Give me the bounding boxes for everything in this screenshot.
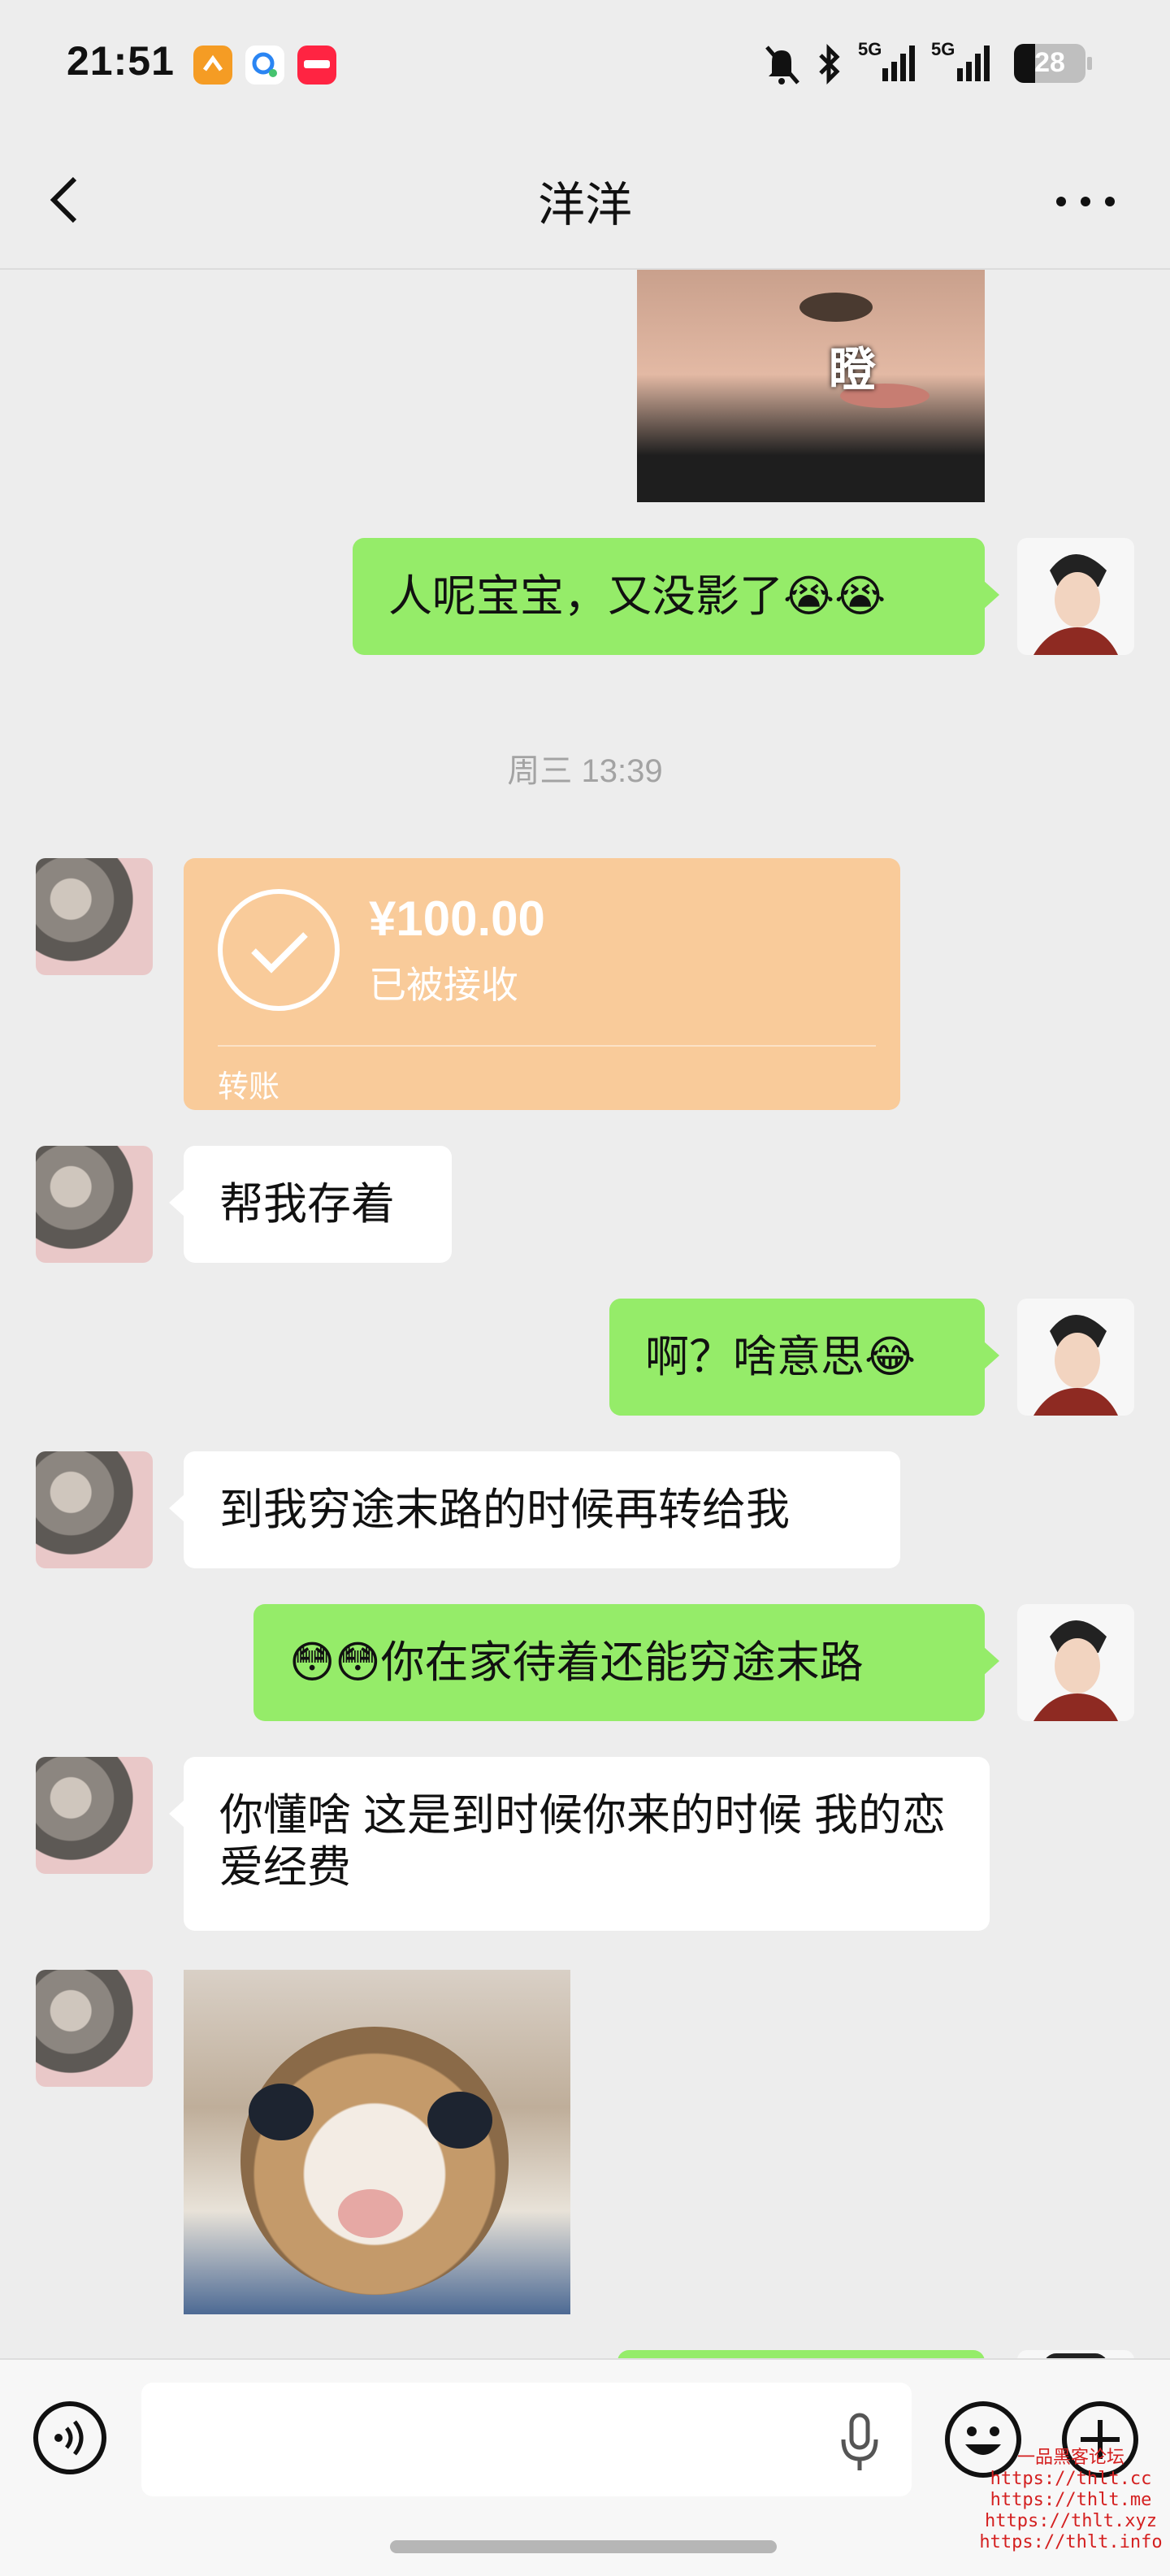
transfer-label: 转账 xyxy=(218,1070,280,1104)
timestamp: 周三 13:39 xyxy=(507,753,663,789)
message-text: 😳😳你在家待着还能穷途末路 xyxy=(289,1638,864,1687)
more-button[interactable] xyxy=(1053,185,1118,218)
app-icon-xiaohongshu xyxy=(297,46,336,85)
message-input[interactable] xyxy=(141,2383,912,2496)
microphone-icon xyxy=(841,2413,878,2470)
message-text: 你懂啥 这是到时候你来的时候 我的恋爱经费 xyxy=(219,1791,947,1892)
message-sent[interactable]: 啊？啥意思😂 xyxy=(609,1299,999,1416)
avatar-self[interactable] xyxy=(1017,538,1134,655)
message-received[interactable]: 帮我存着 xyxy=(169,1146,452,1263)
battery-icon: 28 xyxy=(1014,44,1092,83)
message-received[interactable]: 到我穷途末路的时候再转给我 xyxy=(169,1451,900,1568)
transfer-amount: ¥100.00 xyxy=(369,891,545,946)
avatar-contact[interactable] xyxy=(36,1757,153,1874)
avatar-contact[interactable] xyxy=(36,1970,153,2087)
more-icon xyxy=(1056,197,1115,206)
avatar-contact[interactable] xyxy=(36,858,153,975)
signal-icon: 5G xyxy=(928,39,993,88)
watermark-title: 一品黑客论坛 xyxy=(1016,2448,1124,2468)
status-time: 21:51 xyxy=(67,38,175,84)
message-received[interactable]: 你懂啥 这是到时候你来的时候 我的恋爱经费 xyxy=(169,1757,990,1931)
avatar-self[interactable] xyxy=(1017,1299,1134,1416)
message-sent[interactable]: 😳😳你在家待着还能穷途末路 xyxy=(254,1604,999,1721)
status-icons xyxy=(760,41,803,89)
message-sent[interactable]: 人呢宝宝，又没影了😭😭 xyxy=(353,538,999,655)
signal-icon: 5G xyxy=(858,39,915,88)
bluetooth-icon xyxy=(812,42,845,92)
watermark: 一品黑客论坛 https://thlt.cc https://thlt.me h… xyxy=(972,2448,1170,2553)
message-text: 到我穷途末路的时候再转给我 xyxy=(219,1485,790,1534)
check-icon xyxy=(218,889,340,1011)
sticker-caption: 瞪 xyxy=(829,344,877,397)
message-text: 人呢宝宝，又没影了😭😭 xyxy=(388,572,886,621)
voice-icon xyxy=(33,2401,106,2474)
transfer-card[interactable]: ¥100.00 已被接收 转账 xyxy=(184,858,900,1110)
avatar-contact[interactable] xyxy=(36,1146,153,1263)
sticker-baby[interactable]: 瞪 xyxy=(637,270,985,502)
watermark-line: https://thlt.xyz xyxy=(985,2511,1157,2531)
home-indicator[interactable] xyxy=(390,2540,777,2553)
chat-title: 洋洋 xyxy=(537,179,632,232)
watermark-line: https://thlt.info xyxy=(979,2532,1163,2552)
transfer-status: 已被接收 xyxy=(369,964,518,1006)
watermark-line: https://thlt.me xyxy=(990,2490,1152,2510)
app-icon-search xyxy=(245,46,284,85)
battery-level: 28 xyxy=(1034,47,1065,78)
microphone-button[interactable] xyxy=(835,2410,884,2475)
image-message-kitten[interactable] xyxy=(184,1970,570,2314)
divider xyxy=(218,1045,876,1047)
voice-toggle-button[interactable] xyxy=(31,2399,109,2477)
message-text: 帮我存着 xyxy=(219,1180,395,1229)
bell-muted-icon xyxy=(765,46,800,85)
avatar-self[interactable] xyxy=(1017,1604,1134,1721)
app-icon-orange xyxy=(193,46,232,85)
watermark-line: https://thlt.cc xyxy=(990,2469,1152,2489)
message-text: 啊？啥意思😂 xyxy=(645,1333,916,1381)
avatar-contact[interactable] xyxy=(36,1451,153,1568)
